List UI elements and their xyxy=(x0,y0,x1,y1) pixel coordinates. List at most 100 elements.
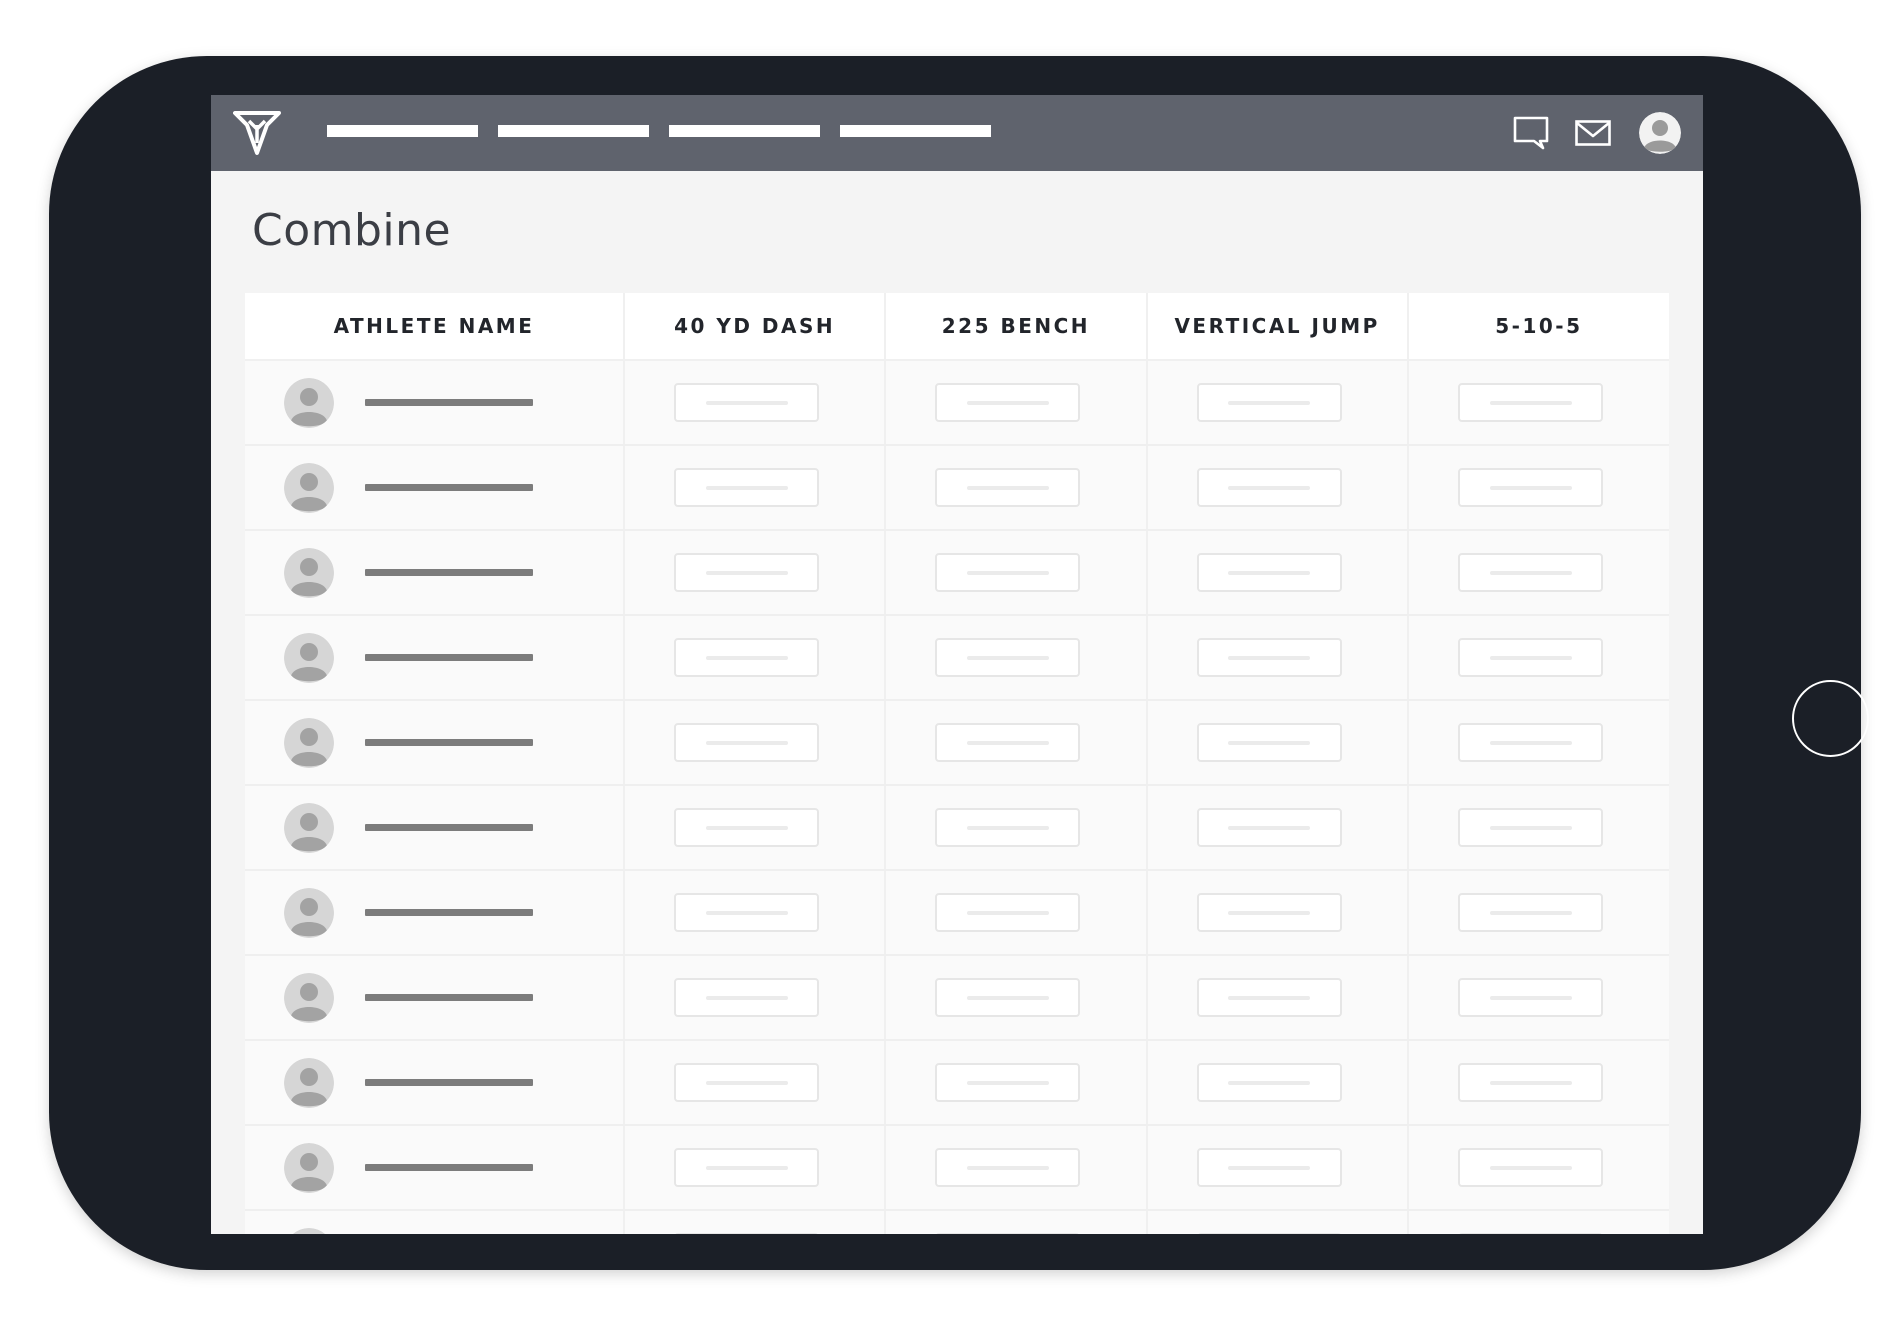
stat-input-40-yd-dash[interactable] xyxy=(674,638,820,677)
stat-input-vertical-jump[interactable] xyxy=(1196,978,1342,1017)
athlete-identity[interactable] xyxy=(245,802,623,853)
column-header-vertical-jump[interactable]: VERTICAL JUMP xyxy=(1146,293,1409,361)
stat-cell-5-10-5 xyxy=(1407,445,1669,531)
stat-cell-5-10-5 xyxy=(1407,1210,1669,1234)
stat-cell-40-yd-dash xyxy=(624,955,887,1041)
stat-input-225-bench[interactable] xyxy=(935,553,1081,592)
stat-input-40-yd-dash[interactable] xyxy=(674,1233,820,1234)
stat-input-40-yd-dash[interactable] xyxy=(674,893,820,932)
stat-input-5-10-5[interactable] xyxy=(1458,893,1604,932)
column-header-5-10-5[interactable]: 5-10-5 xyxy=(1407,293,1669,361)
athlete-identity[interactable] xyxy=(245,462,623,513)
stat-cell-vertical-jump xyxy=(1146,615,1409,701)
stat-input-225-bench[interactable] xyxy=(935,808,1081,847)
stat-input-placeholder xyxy=(1228,570,1311,575)
stat-input-placeholder xyxy=(705,570,788,575)
athlete-avatar-icon xyxy=(284,972,334,1023)
stat-input-vertical-jump[interactable] xyxy=(1196,808,1342,847)
stat-input-vertical-jump[interactable] xyxy=(1196,383,1342,422)
stat-input-40-yd-dash[interactable] xyxy=(674,468,820,507)
athlete-identity[interactable] xyxy=(245,972,623,1023)
athlete-identity[interactable] xyxy=(245,717,623,768)
stat-input-225-bench[interactable] xyxy=(935,723,1081,762)
stat-input-vertical-jump[interactable] xyxy=(1196,1233,1342,1234)
stat-input-vertical-jump[interactable] xyxy=(1196,553,1342,592)
athlete-identity[interactable] xyxy=(245,1057,623,1108)
stat-cell-225-bench xyxy=(885,1125,1148,1211)
stat-input-40-yd-dash[interactable] xyxy=(674,383,820,422)
nav-link-3[interactable] xyxy=(669,125,820,137)
stat-cell-vertical-jump xyxy=(1146,1125,1409,1211)
stat-input-5-10-5[interactable] xyxy=(1458,978,1604,1017)
column-header-athlete-name[interactable]: ATHLETE NAME xyxy=(245,293,625,361)
stat-input-vertical-jump[interactable] xyxy=(1196,893,1342,932)
athlete-identity[interactable] xyxy=(245,1142,623,1193)
stat-input-5-10-5[interactable] xyxy=(1458,638,1604,677)
table-row xyxy=(245,1210,1669,1234)
nav-link-2[interactable] xyxy=(498,125,649,137)
stat-input-placeholder xyxy=(1489,655,1572,660)
stat-input-40-yd-dash[interactable] xyxy=(674,1063,820,1102)
stat-input-5-10-5[interactable] xyxy=(1458,1063,1604,1102)
stat-input-vertical-jump[interactable] xyxy=(1196,638,1342,677)
chat-icon[interactable] xyxy=(1511,113,1551,153)
column-header-225-bench[interactable]: 225 BENCH xyxy=(885,293,1148,361)
stat-input-5-10-5[interactable] xyxy=(1458,723,1604,762)
stat-input-5-10-5[interactable] xyxy=(1458,1148,1604,1187)
stat-input-5-10-5[interactable] xyxy=(1458,383,1604,422)
stat-input-placeholder xyxy=(966,1165,1049,1170)
stat-input-225-bench[interactable] xyxy=(935,978,1081,1017)
stat-cell-5-10-5 xyxy=(1407,785,1669,871)
arrowhead-logo-icon[interactable] xyxy=(233,109,281,157)
stat-input-vertical-jump[interactable] xyxy=(1196,723,1342,762)
stat-input-placeholder xyxy=(1489,1080,1572,1085)
column-header-40-yd-dash[interactable]: 40 YD DASH xyxy=(624,293,887,361)
stat-input-225-bench[interactable] xyxy=(935,383,1081,422)
athlete-name-placeholder xyxy=(365,824,533,831)
stat-input-225-bench[interactable] xyxy=(935,1233,1081,1234)
stat-cell-5-10-5 xyxy=(1407,700,1669,786)
stat-input-placeholder xyxy=(1228,1165,1311,1170)
nav-link-1[interactable] xyxy=(327,125,478,137)
stat-cell-40-yd-dash xyxy=(624,1040,887,1126)
stat-input-225-bench[interactable] xyxy=(935,893,1081,932)
combine-table: ATHLETE NAME 40 YD DASH 225 BENCH VERTIC… xyxy=(245,293,1669,1234)
athlete-identity[interactable] xyxy=(245,377,623,428)
stat-cell-vertical-jump xyxy=(1146,530,1409,616)
stat-input-vertical-jump[interactable] xyxy=(1196,468,1342,507)
stat-input-225-bench[interactable] xyxy=(935,1063,1081,1102)
stat-input-5-10-5[interactable] xyxy=(1458,468,1604,507)
athlete-identity[interactable] xyxy=(245,632,623,683)
athlete-name-cell xyxy=(245,360,625,446)
stat-cell-vertical-jump xyxy=(1146,870,1409,956)
athlete-identity[interactable] xyxy=(245,547,623,598)
stat-input-placeholder xyxy=(705,825,788,830)
stat-input-placeholder xyxy=(966,1080,1049,1085)
table-header-row: ATHLETE NAME 40 YD DASH 225 BENCH VERTIC… xyxy=(245,293,1669,361)
stat-input-40-yd-dash[interactable] xyxy=(674,553,820,592)
stat-input-40-yd-dash[interactable] xyxy=(674,978,820,1017)
nav-link-4[interactable] xyxy=(840,125,991,137)
table-row xyxy=(245,870,1669,956)
stat-input-225-bench[interactable] xyxy=(935,1148,1081,1187)
stat-input-225-bench[interactable] xyxy=(935,468,1081,507)
athlete-identity[interactable] xyxy=(245,887,623,938)
stat-input-225-bench[interactable] xyxy=(935,638,1081,677)
athlete-identity[interactable] xyxy=(245,1227,623,1234)
stat-input-placeholder xyxy=(1228,995,1311,1000)
stat-input-5-10-5[interactable] xyxy=(1458,808,1604,847)
stat-input-vertical-jump[interactable] xyxy=(1196,1063,1342,1102)
stat-cell-5-10-5 xyxy=(1407,1040,1669,1126)
stat-input-placeholder xyxy=(1489,740,1572,745)
stat-cell-225-bench xyxy=(885,870,1148,956)
mail-icon[interactable] xyxy=(1573,113,1613,153)
stat-input-5-10-5[interactable] xyxy=(1458,553,1604,592)
stat-cell-40-yd-dash xyxy=(624,785,887,871)
stat-input-vertical-jump[interactable] xyxy=(1196,1148,1342,1187)
stat-input-40-yd-dash[interactable] xyxy=(674,1148,820,1187)
stat-input-5-10-5[interactable] xyxy=(1458,1233,1604,1234)
stat-input-40-yd-dash[interactable] xyxy=(674,808,820,847)
home-button[interactable] xyxy=(1792,680,1869,757)
user-avatar-icon[interactable] xyxy=(1639,112,1681,154)
stat-input-40-yd-dash[interactable] xyxy=(674,723,820,762)
